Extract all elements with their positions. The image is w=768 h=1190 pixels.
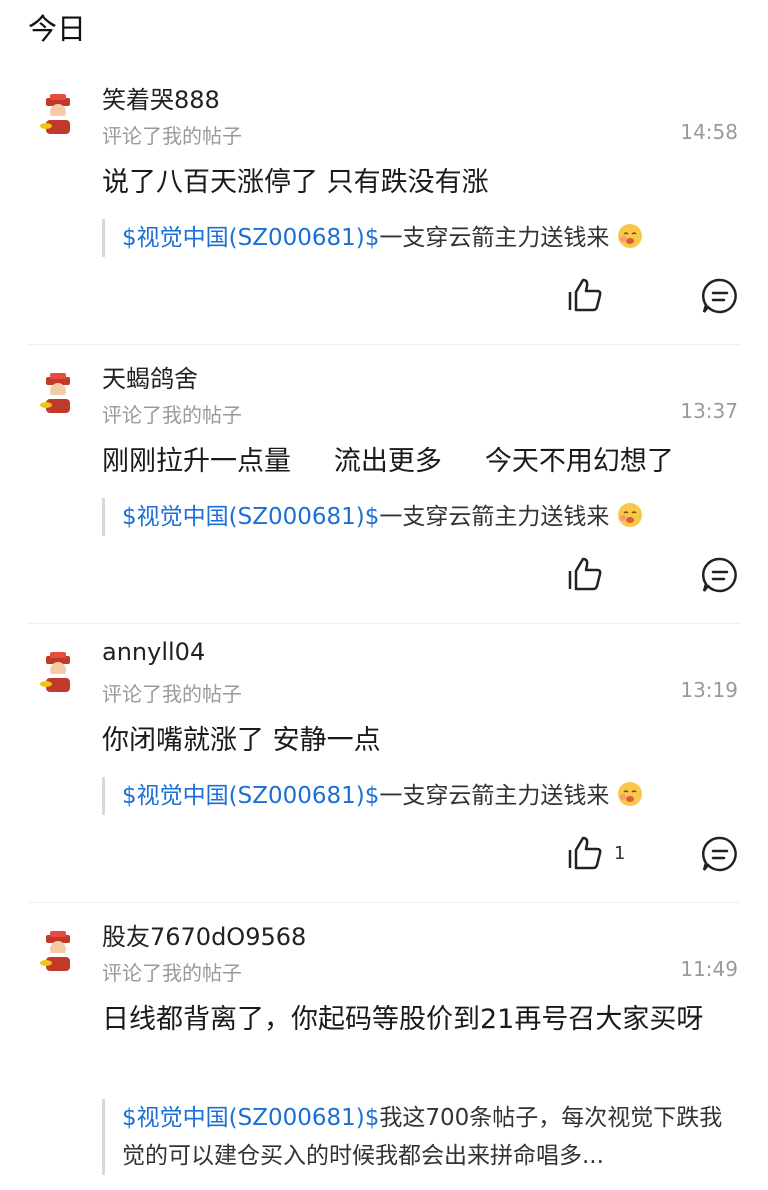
stock-link[interactable]: $视觉中国(SZ000681)$	[122, 783, 379, 809]
laughing-emoji-icon	[617, 782, 642, 806]
comment-text: 刚刚拉升一点量 流出更多 今天不用幻想了	[102, 446, 674, 477]
notification-item[interactable]: 股友7670dO9568 评论了我的帖子 11:49 日线都背离了，你起码等股价…	[0, 837, 768, 1190]
stock-link[interactable]: $视觉中国(SZ000681)$	[122, 1105, 379, 1131]
quoted-post[interactable]: $视觉中国(SZ000681)$一支穿云箭主力送钱来	[102, 498, 762, 536]
avatar[interactable]	[36, 650, 80, 694]
quoted-post[interactable]: $视觉中国(SZ000681)$一支穿云箭主力送钱来	[102, 777, 762, 815]
timestamp: 13:37	[680, 399, 738, 423]
laughing-emoji-icon	[617, 503, 642, 527]
action-text: 评论了我的帖子	[102, 403, 242, 427]
comment-text: 日线都背离了，你起码等股价到21再号召大家买呀	[102, 1004, 704, 1035]
timestamp: 14:58	[680, 120, 738, 144]
username[interactable]: 天蝎鸽舍	[102, 359, 198, 394]
comment-text: 说了八百天涨停了 只有跌没有涨	[102, 167, 489, 198]
quoted-post[interactable]: $视觉中国(SZ000681)$我这700条帖子，每次视觉下跌我觉的可以建仓买入…	[102, 1099, 742, 1175]
avatar[interactable]	[36, 929, 80, 973]
action-text: 评论了我的帖子	[102, 682, 242, 706]
quote-text: 一支穿云箭主力送钱来	[379, 225, 610, 251]
timestamp: 13:19	[680, 678, 738, 702]
stock-link[interactable]: $视觉中国(SZ000681)$	[122, 504, 379, 530]
laughing-emoji-icon	[617, 224, 642, 248]
avatar[interactable]	[36, 92, 80, 136]
quote-text: 一支穿云箭主力送钱来	[379, 783, 610, 809]
stock-link[interactable]: $视觉中国(SZ000681)$	[122, 225, 379, 251]
action-text: 评论了我的帖子	[102, 961, 242, 985]
username[interactable]: annyll04	[102, 638, 205, 666]
comment-text: 你闭嘴就涨了 安静一点	[102, 725, 381, 756]
quoted-post[interactable]: $视觉中国(SZ000681)$一支穿云箭主力送钱来	[102, 219, 762, 257]
avatar[interactable]	[36, 371, 80, 415]
username[interactable]: 笑着哭888	[102, 80, 220, 115]
timestamp: 11:49	[680, 957, 738, 981]
action-text: 评论了我的帖子	[102, 124, 242, 148]
username[interactable]: 股友7670dO9568	[102, 917, 306, 952]
quote-text: 一支穿云箭主力送钱来	[379, 504, 610, 530]
